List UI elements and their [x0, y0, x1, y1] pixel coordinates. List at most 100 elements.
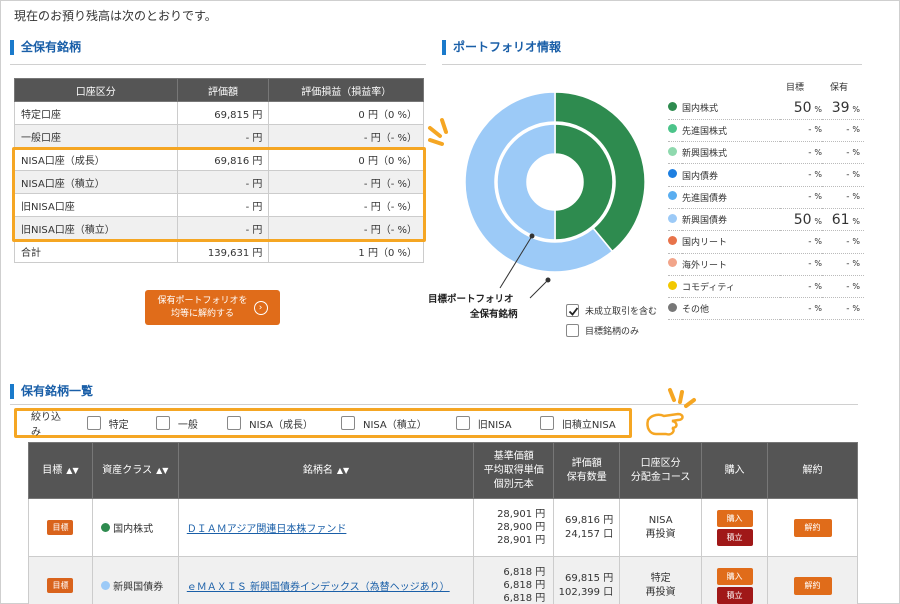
filter-checkbox[interactable]	[340, 416, 355, 430]
valuation: 69,815 円	[565, 572, 614, 584]
buy-button[interactable]: 購入	[716, 509, 753, 527]
col-header-account: 口座区分	[14, 78, 178, 102]
holdings-table: 目標 ▲▼ 資産クラス ▲▼ 銘柄名 ▲▼ 基準価額 平均取得単価 個別元本 評価額 保有数…	[28, 442, 858, 604]
filter-text: NISA（成長）	[249, 419, 313, 431]
unsettled-option[interactable]: 未成立取引を含む	[566, 304, 657, 317]
legend-target-pct: - %	[780, 253, 822, 276]
filter-ippan[interactable]: 一般	[155, 416, 227, 431]
filter-nisa-tsumitate[interactable]: NISA（積立）	[340, 416, 456, 431]
legend-held-pct: - %	[822, 275, 864, 299]
attention-sparkle-icon	[428, 118, 448, 146]
fund-name-link[interactable]: ＤＩＡＭアジア関連日本株ファンド	[187, 524, 347, 535]
legend-held-pct: - %	[822, 119, 864, 143]
pointing-hand-icon	[646, 388, 696, 436]
col-header-value: 評価額	[176, 78, 270, 102]
legend-target-pct: - %	[780, 186, 822, 209]
tsumitate-button[interactable]: 積立	[716, 586, 753, 604]
legend-asset-name: 海外リート	[682, 253, 780, 276]
filter-checkbox[interactable]	[455, 416, 470, 430]
buy-button[interactable]: 購入	[716, 567, 753, 585]
filter-bar: 絞り込み 特定 一般 NISA（成長） NISA（積立） 旧NISA 旧積立NI…	[14, 408, 632, 438]
legend-row: 国内債券 - % - %	[668, 163, 864, 187]
section-divider	[442, 64, 862, 65]
filter-nisa-growth[interactable]: NISA（成長）	[227, 416, 341, 431]
legend-held-pct: 61 %	[822, 208, 864, 232]
legend-dot-icon	[668, 258, 677, 268]
legend-target-pct: - %	[780, 275, 822, 299]
target-tag: 目標	[47, 520, 74, 535]
legend-dot-icon	[668, 169, 677, 179]
target-only-option[interactable]: 目標銘柄のみ	[566, 324, 639, 337]
sell-button[interactable]: 解約	[793, 576, 832, 595]
legend-row: コモディティ - % - %	[668, 275, 864, 299]
legend-asset-name: 新興国株式	[682, 141, 780, 165]
sort-icon[interactable]: ▲▼	[66, 466, 78, 475]
col-header-target[interactable]: 目標 ▲▼	[28, 442, 93, 499]
equal-cancel-button[interactable]: 保有ポートフォリオを 均等に解約する ›	[145, 290, 280, 325]
filter-text: 旧積立NISA	[561, 419, 616, 431]
account-value: 139,631 円	[176, 239, 270, 263]
sell-button[interactable]: 解約	[793, 518, 832, 537]
account-pl: 1 円（0 %）	[268, 239, 424, 263]
legend-row: 先進国株式 - % - %	[668, 119, 864, 143]
legend-dot-icon	[668, 101, 677, 111]
nisa-highlight-box	[12, 147, 426, 242]
legend-target-pct: 50 %	[780, 208, 822, 232]
legend-dot-icon	[668, 146, 677, 156]
base-price: 28,901 円	[497, 509, 546, 520]
legend-held-pct: - %	[822, 141, 864, 165]
filter-checkbox[interactable]	[539, 416, 554, 430]
filter-checkbox[interactable]	[227, 416, 242, 430]
legend-dot-icon	[668, 124, 677, 134]
sort-icon[interactable]: ▲▼	[156, 466, 168, 475]
table-header-row: 口座区分 評価額 評価損益（損益率）	[14, 78, 424, 102]
filter-text: 旧NISA	[477, 419, 512, 431]
filter-old-tsumitate-nisa[interactable]: 旧積立NISA	[539, 416, 629, 431]
col-header-account: 口座区分 分配金コース	[619, 442, 703, 499]
avg-cost: 6,818 円	[503, 580, 546, 591]
table-row-total: 合計 139,631 円 1 円（0 %）	[14, 239, 424, 263]
col-header-asset-class[interactable]: 資産クラス ▲▼	[91, 442, 179, 499]
account-name: 特定口座	[14, 101, 178, 125]
avg-cost: 28,900 円	[497, 522, 546, 533]
chart-label-held: 全保有銘柄	[470, 309, 518, 320]
account-name: 一般口座	[14, 124, 178, 148]
filter-old-nisa[interactable]: 旧NISA	[455, 416, 540, 431]
chart-label-target: 目標ポートフォリオ	[428, 294, 514, 305]
legend-asset-name: コモディティ	[682, 275, 780, 299]
table-row: 目標 新興国債券 ｅＭＡＸＩＳ 新興国債券インデックス（為替ヘッジあり） 6,8…	[28, 556, 858, 604]
sort-icon[interactable]: ▲▼	[337, 466, 349, 475]
unsettled-checkbox[interactable]	[566, 304, 579, 317]
legend-target-pct: - %	[780, 141, 822, 165]
valuation: 69,816 円	[565, 514, 614, 526]
account-value: - 円	[176, 124, 270, 148]
col-header-value: 評価額 保有数量	[553, 442, 621, 499]
legend-held-pct: - %	[822, 230, 864, 254]
filter-checkbox[interactable]	[86, 416, 101, 430]
col-header-fund-name[interactable]: 銘柄名 ▲▼	[177, 442, 475, 499]
asset-class-dot-icon	[100, 581, 110, 590]
legend-held-pct: - %	[822, 297, 864, 321]
tsumitate-button[interactable]: 積立	[716, 528, 753, 546]
chart-leader-lines	[499, 233, 551, 299]
fund-name-link[interactable]: ｅＭＡＸＩＳ 新興国債券インデックス（為替ヘッジあり）	[187, 582, 450, 593]
account-pl: 0 円（0 %）	[268, 101, 424, 125]
target-only-checkbox[interactable]	[566, 324, 579, 337]
legend-row: その他 - % - %	[668, 297, 864, 321]
legend-row: 国内リート - % - %	[668, 230, 864, 254]
section-divider	[10, 404, 858, 405]
legend-target-pct: - %	[780, 163, 822, 187]
filter-tokutei[interactable]: 特定	[86, 416, 156, 431]
quantity: 102,399 口	[558, 586, 614, 598]
legend-held-pct: - %	[822, 253, 864, 276]
filter-checkbox[interactable]	[155, 416, 170, 430]
col-header-price: 基準価額 平均取得単価 個別元本	[473, 442, 555, 499]
legend-row: 国内株式 50 % 39 %	[668, 97, 864, 120]
principal: 6,818 円	[503, 593, 546, 604]
legend-dot-icon	[668, 302, 677, 312]
legend-held-pct: 39 %	[822, 97, 864, 120]
principal: 28,901 円	[497, 535, 546, 546]
legend-row: 新興国債券 50 % 61 %	[668, 208, 864, 232]
asset-class-label: 国内株式	[113, 524, 154, 535]
legend-asset-name: 先進国債券	[682, 186, 780, 209]
